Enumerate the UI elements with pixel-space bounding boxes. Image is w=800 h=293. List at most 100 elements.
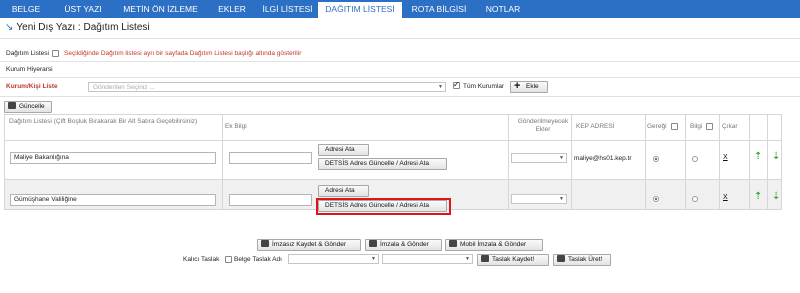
unsigned-save-send-label: İmzasız Kaydet & Gönder (272, 241, 347, 248)
draft-name-label: Belge Taslak Adı (234, 256, 282, 263)
assign-address-label: Adresi Ata (325, 187, 355, 194)
divider (0, 61, 800, 62)
bilgi-all-checkbox[interactable] (706, 123, 713, 130)
unsigned-save-send-button[interactable]: İmzasız Kaydet & Gönder (257, 239, 361, 251)
chevron-down-icon: ▼ (559, 196, 564, 202)
not-sent-attachments-select[interactable]: ▼ (511, 194, 567, 204)
move-up-icon[interactable]: ⇡ (754, 192, 762, 202)
assign-address-button[interactable]: Adresi Ata (318, 144, 369, 156)
recipient-label: Kurum/Kişi Liste (6, 83, 58, 90)
column-divider (645, 115, 646, 209)
draft-type-select[interactable]: ▼ (382, 254, 473, 264)
hierarchy-label: Kurum Hiyerarsi (6, 66, 53, 73)
col-gereg: Gereği (647, 123, 667, 130)
distribution-list-checkbox[interactable] (52, 50, 59, 57)
chevron-down-icon: ▼ (559, 155, 564, 161)
bilgi-radio[interactable] (692, 156, 698, 162)
col-list: Dağıtım Listesi (Çift Boşluk Bırakarak B… (9, 118, 198, 125)
gereg-all-checkbox[interactable] (671, 123, 678, 130)
chevron-down-icon: ▼ (371, 256, 376, 262)
highlight-box (316, 198, 451, 215)
divider (0, 96, 800, 97)
sign-send-button[interactable]: İmzala & Gönder (365, 239, 442, 251)
tab-ust-yazi[interactable]: ÜST YAZI (52, 0, 114, 18)
update-button-label: Güncelle (19, 103, 45, 110)
recipient-select[interactable]: Gönderilen Seçiniz ... ▼ (88, 82, 446, 92)
distribution-table: Dağıtım Listesi (Çift Boşluk Bırakarak B… (4, 114, 782, 212)
column-divider (222, 115, 223, 209)
tab-ilgi-listesi[interactable]: İLGİ LİSTESİ (257, 0, 318, 18)
add-button[interactable]: + Ekle (510, 81, 548, 93)
bilgi-radio[interactable] (692, 196, 698, 202)
column-divider (767, 115, 768, 209)
chevron-down-icon: ▼ (438, 84, 443, 90)
tab-ekler[interactable]: EKLER (207, 0, 257, 18)
move-down-icon[interactable]: ⇣ (772, 192, 780, 202)
mobile-sign-send-button[interactable]: Mobil İmzala & Gönder (445, 239, 543, 251)
column-divider (508, 115, 509, 209)
sign-send-label: İmzala & Gönder (380, 241, 429, 248)
page-title: ↘ Yeni Dış Yazı : Dağıtım Listesi (5, 20, 150, 36)
recipient-name-field[interactable]: Maliye Bakanlığına (10, 152, 216, 164)
divider (0, 38, 800, 39)
draft-name-select[interactable]: ▼ (288, 254, 379, 264)
col-bilgi: Bilgi (690, 123, 703, 130)
save-icon (557, 255, 565, 262)
ek-bilgi-field[interactable] (229, 152, 312, 164)
ek-bilgi-field[interactable] (229, 194, 312, 206)
col-cikar: Çıkar (722, 123, 738, 130)
tab-metin-on-izleme[interactable]: METİN ÖN İZLEME (114, 0, 207, 18)
col-kep: KEP ADRESİ (576, 123, 615, 130)
assign-address-label: Adresi Ata (325, 146, 355, 153)
not-sent-attachments-select[interactable]: ▼ (511, 153, 567, 163)
save-icon (481, 255, 489, 262)
recipient-placeholder: Gönderilen Seçiniz ... (93, 84, 155, 91)
permanent-draft-label: Kalıcı Taslak (183, 256, 220, 263)
plus-icon: + (514, 80, 521, 92)
save-icon (369, 240, 377, 247)
add-button-label: Ekle (526, 83, 539, 90)
divider (0, 77, 800, 78)
col-ek: Ek Bilgi (225, 123, 247, 130)
detsis-update-button[interactable]: DETSİS Adres Güncelle / Adresi Ata (318, 158, 447, 170)
gereg-radio[interactable] (653, 196, 659, 202)
tab-bar: BELGE ÜST YAZI METİN ÖN İZLEME EKLER İLG… (0, 0, 800, 18)
column-divider (749, 115, 750, 209)
kep-address: maliye@hs01.kep.tr (574, 155, 632, 162)
table-header: Dağıtım Listesi (Çift Boşluk Bırakarak B… (5, 115, 781, 141)
distribution-list-note: Seçildiğinde Dağıtım listesi ayrı bir sa… (64, 50, 302, 57)
remove-link[interactable]: X (723, 194, 728, 201)
remove-link[interactable]: X (723, 154, 728, 161)
distribution-list-label: Dağıtım Listesi (6, 50, 49, 57)
permanent-draft-checkbox[interactable] (225, 256, 232, 263)
move-up-icon[interactable]: ⇡ (754, 152, 762, 162)
move-down-icon[interactable]: ⇣ (772, 152, 780, 162)
column-divider (685, 115, 686, 209)
mobile-sign-send-label: Mobil İmzala & Gönder (460, 241, 527, 248)
recipient-name-field[interactable]: Gümüşhane Valiliğine (10, 194, 216, 206)
save-icon (8, 102, 16, 109)
draft-generate-button[interactable]: Taslak Üret! (553, 254, 611, 266)
save-icon (449, 240, 457, 247)
detsis-update-label: DETSİS Adres Güncelle / Adresi Ata (325, 160, 430, 167)
table-row: Maliye Bakanlığına Adresi Ata DETSİS Adr… (5, 141, 781, 180)
tab-dagitim-listesi[interactable]: DAĞITIM LİSTESİ (318, 2, 402, 18)
all-institutions-label: Tüm Kurumlar (463, 83, 505, 90)
tab-notlar[interactable]: NOTLAR (476, 0, 530, 18)
col-notsent: Gönderilmeyecek Ekler (517, 118, 569, 133)
draft-generate-label: Taslak Üret! (568, 256, 603, 263)
column-divider (571, 115, 572, 209)
draft-save-button[interactable]: Taslak Kaydet! (477, 254, 549, 266)
all-institutions-checkbox[interactable] (453, 80, 460, 89)
column-divider (719, 115, 720, 209)
gereg-radio[interactable] (653, 156, 659, 162)
update-button[interactable]: Güncelle (4, 101, 52, 113)
page-title-text: Yeni Dış Yazı : Dağıtım Listesi (16, 22, 150, 33)
tab-rota-bilgisi[interactable]: ROTA BİLGİSİ (402, 0, 476, 18)
tab-belge[interactable]: BELGE (0, 0, 52, 18)
assign-address-button[interactable]: Adresi Ata (318, 185, 369, 197)
save-icon (261, 240, 269, 247)
arrow-icon: ↘ (5, 22, 14, 33)
chevron-down-icon: ▼ (465, 256, 470, 262)
draft-save-label: Taslak Kaydet! (492, 256, 535, 263)
